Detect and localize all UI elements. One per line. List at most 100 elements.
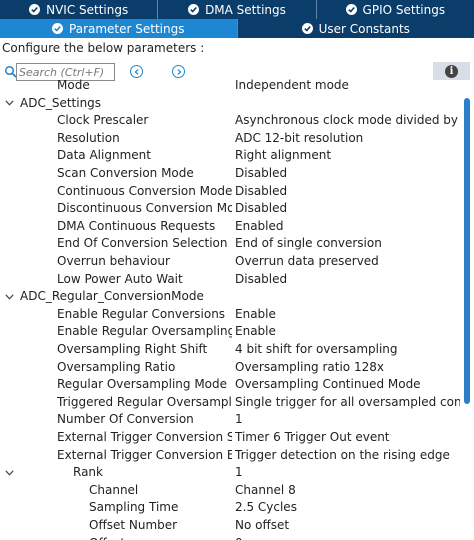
chevron-down-icon[interactable] [5, 464, 15, 482]
tab-label: DMA Settings [205, 2, 286, 17]
parameter-value: 2.5 Cycles [235, 500, 297, 515]
parameter-name: Scan Conversion Mode [57, 166, 194, 180]
check-circle-icon [29, 4, 41, 15]
parameter-row[interactable]: Offset0 [0, 535, 462, 540]
parameter-name: Offset Number [89, 518, 178, 532]
parameter-row[interactable]: End Of Conversion Selection End of single… [0, 235, 462, 253]
parameter-name: Offset [89, 535, 232, 540]
configure-label: Configure the below parameters : [2, 41, 205, 55]
parameter-name: Oversampling Right Shift [57, 342, 208, 356]
tab-gpio-settings[interactable]: GPIO Settings [317, 0, 474, 19]
parameter-value: 1 [235, 465, 243, 480]
parameter-name: Rank [73, 465, 103, 480]
parameter-name: External Trigger Conversion Edge [57, 447, 232, 462]
check-circle-icon [188, 4, 200, 15]
tab-label: GPIO Settings [362, 2, 446, 17]
parameter-name: Mode [57, 78, 90, 92]
parameter-row[interactable]: Oversampling Ratio Oversampling ratio 128… [0, 359, 462, 377]
parameter-value: Enable [235, 306, 276, 321]
info-icon: i [445, 64, 458, 78]
arrow-left-circle-icon[interactable] [130, 65, 143, 78]
parameter-row[interactable]: Oversampling Right Shift 4 bit shift for … [0, 341, 462, 359]
parameter-row[interactable]: Offset Number No offset [0, 517, 462, 535]
parameter-value: Asynchronous clock mode divided by 1 [235, 113, 460, 128]
parameter-row[interactable]: Overrun behaviour Overrun data preserved [0, 253, 462, 271]
parameter-value: No offset [235, 518, 290, 532]
parameter-name: Clock Prescaler [57, 113, 149, 128]
parameter-value: End of single conversion [235, 236, 382, 251]
parameter-row[interactable]: Mode Independent mode [0, 78, 462, 95]
parameter-name: DMA Continuous Requests [57, 218, 216, 233]
tab-label: Parameter Settings [69, 21, 185, 36]
scrollbar-thumb[interactable] [464, 98, 470, 404]
parameter-name: ADC_Regular_ConversionMode [20, 289, 204, 304]
tab-user-constants[interactable]: User Constants [236, 19, 474, 38]
parameter-name: Enable Regular Conversions [57, 306, 226, 321]
parameter-row[interactable]: Enable Regular Conversions Enable [0, 306, 462, 324]
tab-nvic-settings[interactable]: NVIC Settings [0, 0, 159, 19]
parameter-value: 1 [235, 412, 243, 427]
parameter-value: Oversampling Continued Mode [235, 377, 421, 392]
check-circle-icon [52, 23, 64, 34]
parameter-name: Overrun behaviour [57, 254, 170, 268]
parameter-value: 0 [235, 535, 460, 540]
top-tab-bar: NVIC Settings DMA Settings GPIO Settings [0, 0, 474, 19]
parameter-value: 4 bit shift for oversampling [235, 342, 398, 356]
tab-label: User Constants [318, 21, 410, 36]
chevron-down-icon[interactable] [5, 95, 15, 113]
parameter-value: Overrun data preserved [235, 254, 379, 268]
parameter-name: Channel [89, 482, 139, 497]
tree-group-row[interactable]: Rank 1 [0, 464, 462, 482]
parameter-row[interactable]: Discontinuous Conversion Mode Disabled [0, 200, 462, 218]
vertical-scrollbar[interactable] [463, 98, 471, 540]
parameter-row[interactable]: Channel Channel 8 [0, 482, 462, 500]
parameter-name: Continuous Conversion Mode [57, 183, 232, 198]
parameter-row[interactable]: Triggered Regular Oversampling Single tri… [0, 394, 462, 412]
parameter-row[interactable]: Continuous Conversion Mode Disabled [0, 183, 462, 201]
check-circle-icon [301, 23, 313, 34]
parameter-value: Oversampling ratio 128x [235, 359, 384, 374]
parameter-row[interactable]: Number Of Conversion 1 [0, 411, 462, 429]
parameter-value: Trigger detection on the rising edge [235, 447, 450, 462]
parameter-value: Disabled [235, 201, 288, 216]
parameter-name: Regular Oversampling Mode [57, 377, 228, 392]
parameter-name: ADC_Settings [20, 95, 102, 110]
parameter-name: Data Alignment [57, 148, 151, 163]
parameter-name: Sampling Time [89, 500, 179, 515]
tab-dma-settings[interactable]: DMA Settings [158, 0, 317, 19]
parameter-row[interactable]: Scan Conversion Mode Disabled [0, 165, 462, 183]
parameter-value: Independent mode [235, 78, 349, 92]
parameter-value: Disabled [235, 183, 288, 198]
parameter-row[interactable]: DMA Continuous Requests Enabled [0, 218, 462, 236]
parameter-name: Low Power Auto Wait [57, 271, 183, 286]
parameter-tree: Mode Independent mode ADC_Settings Clock Pr… [0, 78, 462, 540]
chevron-down-icon[interactable] [5, 288, 15, 306]
tree-group-row[interactable]: ADC_Regular_ConversionMode [0, 288, 462, 306]
parameter-name: Oversampling Ratio [57, 359, 176, 374]
parameter-row[interactable]: Resolution ADC 12-bit resolution [0, 130, 462, 148]
parameter-value: Single trigger for all oversampled conve… [235, 394, 460, 409]
parameter-name: Number Of Conversion [57, 412, 194, 427]
parameter-name: Triggered Regular Oversampling [57, 394, 232, 409]
parameter-value: Disabled [235, 271, 288, 286]
check-circle-icon [345, 4, 357, 15]
tab-parameter-settings[interactable]: Parameter Settings [0, 19, 237, 38]
tree-group-row[interactable]: ADC_Settings [0, 95, 462, 113]
parameter-value: Enabled [235, 218, 284, 233]
parameter-row[interactable]: External Trigger Conversion EdgeTrigger … [0, 447, 462, 465]
parameter-row[interactable]: Data Alignment Right alignment [0, 147, 462, 165]
parameter-name: Enable Regular Oversampling [57, 324, 232, 339]
parameter-value: Timer 6 Trigger Out event [235, 430, 390, 444]
parameter-row[interactable]: Enable Regular Oversampling Enable [0, 323, 462, 341]
arrow-right-circle-icon[interactable] [172, 65, 185, 78]
parameter-row[interactable]: Sampling Time 2.5 Cycles [0, 499, 462, 517]
parameter-row[interactable]: External Trigger Conversion Sou...Timer … [0, 429, 462, 447]
parameter-row[interactable]: Low Power Auto Wait Disabled [0, 271, 462, 289]
parameter-value: Enable [235, 324, 276, 339]
parameter-value: ADC 12-bit resolution [235, 130, 364, 145]
parameter-row[interactable]: Clock Prescaler Asynchronous clock mode d… [0, 112, 462, 130]
parameter-row[interactable]: Regular Oversampling Mode Oversampling Co… [0, 376, 462, 394]
parameter-value: Right alignment [235, 148, 332, 163]
parameter-name: External Trigger Conversion Sou... [57, 430, 232, 444]
parameter-value: Channel 8 [235, 482, 296, 497]
